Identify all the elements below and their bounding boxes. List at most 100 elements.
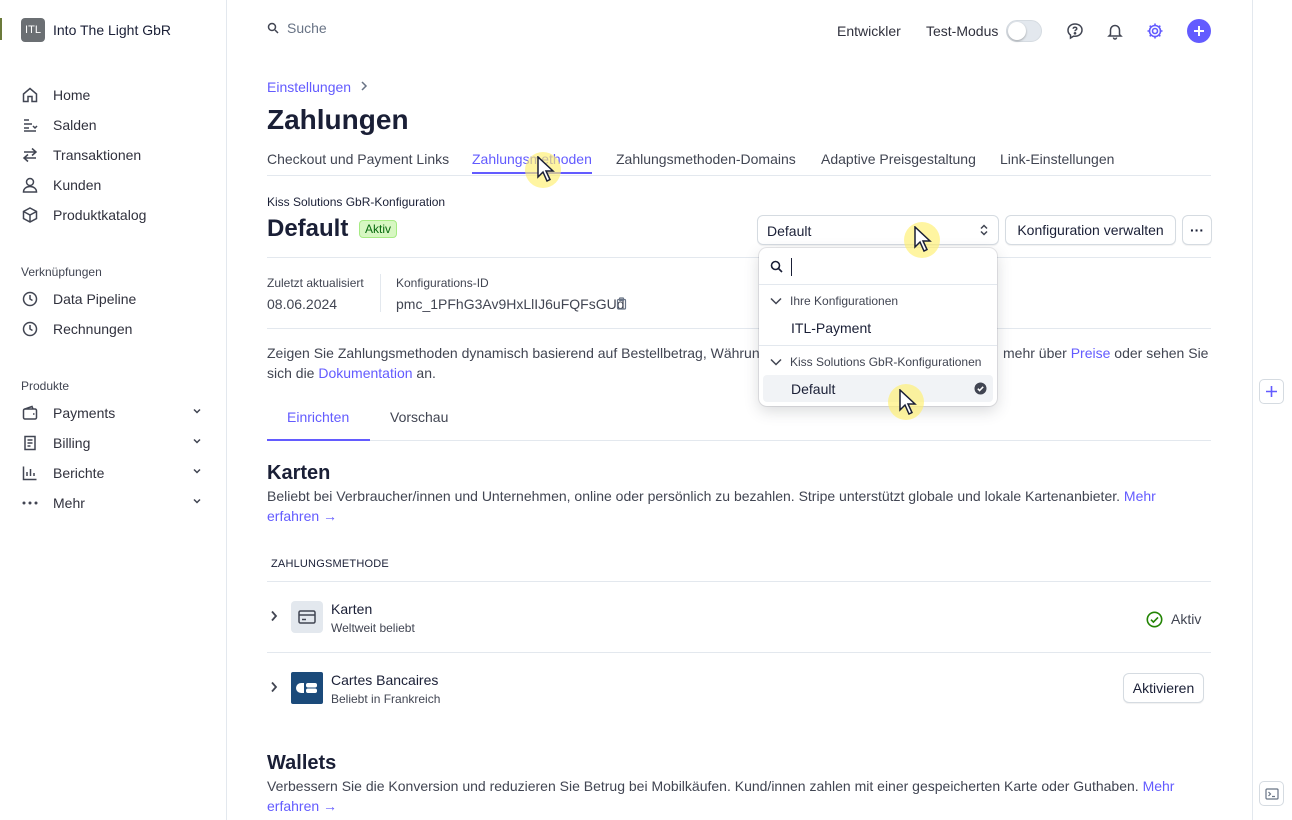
dropdown-search-input[interactable]	[790, 257, 985, 277]
sidebar-item-label: Billing	[53, 435, 91, 451]
plus-icon	[1193, 25, 1205, 37]
dropdown-group-header[interactable]: Ihre Konfigurationen	[759, 294, 997, 308]
tab-link-settings[interactable]: Link-Einstellungen	[1000, 151, 1114, 167]
chevron-down-icon[interactable]	[192, 466, 202, 476]
tab-bar: Checkout und Payment Links Zahlungsmetho…	[267, 150, 1211, 176]
test-mode-label: Test-Modus	[926, 23, 999, 39]
manage-config-button[interactable]: Konfiguration verwalten	[1005, 215, 1176, 245]
more-options-button[interactable]: ···	[1182, 215, 1212, 245]
wallets-text: Verbessern Sie die Konversion und reduzi…	[267, 778, 1139, 794]
sidebar-item-kunden[interactable]: Kunden	[21, 173, 206, 197]
chevron-down-icon[interactable]	[192, 406, 202, 416]
test-mode-toggle[interactable]	[1006, 20, 1042, 42]
sidebar-item-billing[interactable]: Billing	[21, 431, 206, 455]
chevron-down-icon	[770, 297, 782, 305]
section-heading-cards: Karten	[267, 462, 331, 484]
sidebar-item-payments[interactable]: Payments	[21, 401, 206, 425]
sidebar-item-label: Produktkatalog	[53, 207, 147, 223]
chevron-updown-icon	[980, 224, 988, 236]
bell-icon[interactable]	[1106, 22, 1124, 40]
clock-icon	[21, 319, 45, 339]
cartes-bancaires-logo-icon	[291, 672, 323, 704]
search-input[interactable]: Suche	[287, 20, 327, 36]
sidebar: ITL Into The Light GbR Home Salden Trans…	[0, 0, 227, 820]
dropdown-group-header[interactable]: Kiss Solutions GbR-Konfigurationen	[759, 355, 997, 369]
divider	[380, 274, 381, 312]
balance-icon	[21, 115, 45, 135]
developer-button[interactable]: Entwickler	[837, 23, 901, 39]
sidebar-item-label: Mehr	[53, 495, 85, 511]
chevron-down-icon[interactable]	[192, 496, 202, 506]
breadcrumb[interactable]: Einstellungen	[267, 79, 351, 95]
sidebar-item-transaktionen[interactable]: Transaktionen	[21, 143, 206, 167]
documentation-link[interactable]: Dokumentation	[318, 365, 412, 381]
description-part: mehr über Preise oder sehen Sie	[1003, 343, 1208, 363]
description-part: an.	[416, 365, 436, 381]
sidebar-item-salden[interactable]: Salden	[21, 113, 206, 137]
sidebar-item-home[interactable]: Home	[21, 83, 206, 107]
text-cursor	[791, 258, 792, 276]
payment-method-row[interactable]: Karten Weltweit beliebt Aktiv	[267, 582, 1211, 652]
sidebar-item-label: Data Pipeline	[53, 291, 137, 307]
wallet-icon	[21, 403, 45, 423]
sidebar-item-data-pipeline[interactable]: Data Pipeline	[21, 287, 206, 311]
config-id-value: pmc_1PFhG3Av9HxLlIJ6uFQFsGUd	[396, 296, 625, 312]
divider	[267, 328, 1211, 329]
gear-icon[interactable]	[1146, 22, 1164, 40]
subtab-setup[interactable]: Einrichten	[287, 409, 349, 425]
group-label: Ihre Konfigurationen	[790, 294, 899, 308]
sidebar-item-mehr[interactable]: Mehr	[21, 491, 206, 515]
description-fragment: oder sehen Sie	[1114, 345, 1209, 361]
tab-adaptive-pricing[interactable]: Adaptive Preisgestaltung	[821, 151, 976, 167]
description-text: Zeigen Sie Zahlungsmethoden dynamisch ba…	[267, 343, 1211, 383]
tab-payment-method-domains[interactable]: Zahlungsmethoden-Domains	[616, 151, 796, 167]
clipboard-icon[interactable]	[616, 297, 627, 310]
account-switcher[interactable]: ITL Into The Light GbR	[21, 18, 171, 42]
chevron-down-icon[interactable]	[192, 436, 202, 446]
sidebar-item-berichte[interactable]: Berichte	[21, 461, 206, 485]
chevron-right-icon[interactable]	[270, 681, 278, 693]
group-label: Kiss Solutions GbR-Konfigurationen	[790, 355, 982, 369]
terminal-icon[interactable]	[1259, 781, 1284, 806]
transactions-icon	[21, 145, 45, 165]
activate-button[interactable]: Aktivieren	[1123, 673, 1204, 703]
status-badge: Aktiv	[359, 220, 398, 238]
cursor-icon	[899, 389, 917, 415]
divider	[267, 257, 1211, 258]
payment-method-row[interactable]: Cartes Bancaires Beliebt in Frankreich A…	[267, 653, 1211, 723]
help-icon[interactable]	[1066, 22, 1084, 40]
config-dropdown: Ihre Konfigurationen ITL-Payment Kiss So…	[759, 248, 997, 406]
right-panel-strip	[1252, 0, 1292, 820]
config-id-label: Konfigurations-ID	[396, 276, 489, 290]
sidebar-item-label: Salden	[53, 117, 97, 133]
search-bar[interactable]: Suche	[267, 20, 327, 36]
status-text: Aktiv	[1171, 611, 1202, 627]
create-button[interactable]	[1187, 19, 1211, 43]
home-icon	[21, 85, 45, 105]
tab-checkout[interactable]: Checkout und Payment Links	[267, 151, 449, 167]
divider	[759, 345, 997, 346]
dropdown-option-selected[interactable]: Default	[763, 375, 993, 402]
plus-icon	[1265, 385, 1278, 398]
cards-text: Beliebt bei Verbraucher/innen und Untern…	[267, 488, 1121, 504]
config-select[interactable]: Default	[757, 215, 999, 245]
subtab-preview[interactable]: Vorschau	[390, 409, 448, 425]
chevron-right-icon[interactable]	[270, 610, 278, 622]
divider	[759, 284, 997, 285]
wallets-description: Verbessern Sie die Konversion und reduzi…	[267, 776, 1211, 816]
sidebar-item-produktkatalog[interactable]: Produktkatalog	[21, 203, 206, 227]
prices-link[interactable]: Preise	[1071, 345, 1111, 361]
chevron-right-icon	[360, 81, 368, 91]
search-icon	[770, 260, 783, 273]
sidebar-item-rechnungen[interactable]: Rechnungen	[21, 317, 206, 341]
description-part: sich die	[267, 365, 315, 381]
subtab-indicator	[267, 439, 370, 441]
products-heading: Produkte	[21, 379, 70, 393]
updated-value: 08.06.2024	[267, 296, 338, 312]
dropdown-option[interactable]: ITL-Payment	[791, 320, 871, 336]
sidebar-accent	[0, 18, 2, 40]
dots-icon	[21, 493, 45, 513]
check-circle-icon	[974, 382, 987, 395]
cards-description: Beliebt bei Verbraucher/innen und Untern…	[267, 486, 1211, 526]
add-panel-button[interactable]	[1259, 379, 1284, 404]
